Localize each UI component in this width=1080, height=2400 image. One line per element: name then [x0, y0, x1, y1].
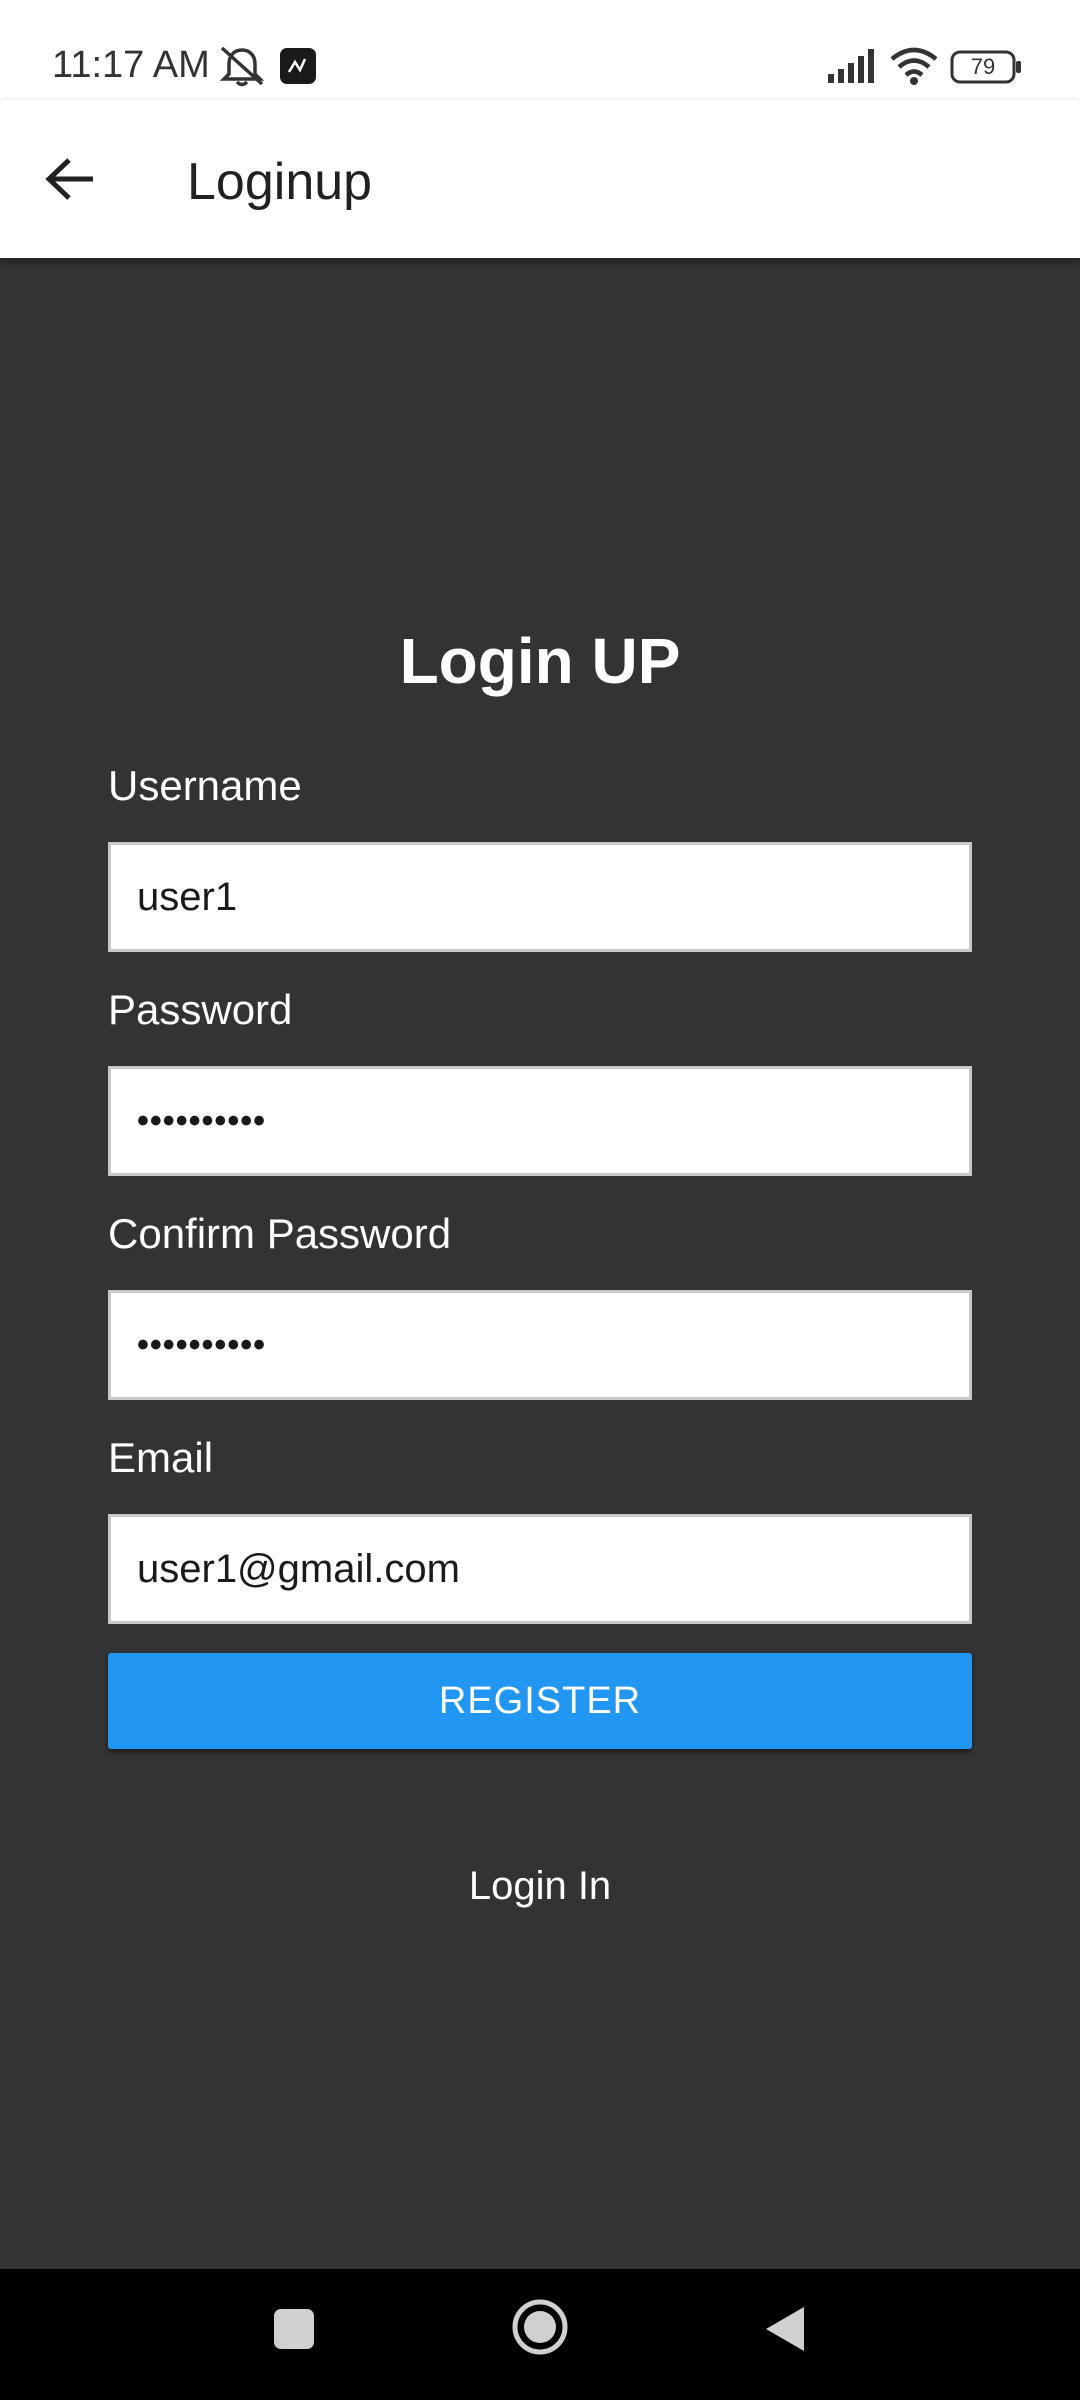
password-field[interactable]: ••••••••••: [108, 1066, 972, 1176]
back-button[interactable]: [30, 140, 112, 222]
login-in-link[interactable]: Login In: [0, 1864, 1080, 1909]
mute-icon: [218, 44, 266, 93]
wifi-icon: [890, 46, 938, 91]
arrow-back-icon: [45, 157, 97, 206]
signal-icon: [826, 48, 876, 89]
register-form-area: Login UP Username user1 Password •••••••…: [0, 258, 1080, 2269]
recents-button[interactable]: [254, 2291, 334, 2371]
email-field[interactable]: user1@gmail.com: [108, 1514, 972, 1624]
app-bar: Loginup: [0, 100, 1080, 258]
home-icon: [511, 2298, 569, 2361]
register-button[interactable]: REGISTER: [108, 1653, 972, 1749]
back-icon: [762, 2305, 806, 2358]
username-label: Username: [108, 762, 302, 809]
password-label: Password: [108, 986, 293, 1033]
battery-level: 79: [970, 54, 996, 79]
confirm-password-field[interactable]: ••••••••••: [108, 1290, 972, 1400]
recents-icon: [273, 2308, 315, 2355]
home-button[interactable]: [500, 2289, 580, 2369]
confirm-password-label: Confirm Password: [108, 1210, 452, 1257]
app-title: Loginup: [187, 153, 373, 211]
status-time: 11:17 AM: [52, 44, 210, 86]
system-nav-bar: [0, 2269, 1080, 2400]
form-title: Login UP: [399, 625, 681, 697]
email-label: Email: [108, 1434, 214, 1481]
back-nav-button[interactable]: [744, 2291, 824, 2371]
username-field[interactable]: user1: [108, 842, 972, 952]
app-notification-icon: [280, 48, 316, 89]
